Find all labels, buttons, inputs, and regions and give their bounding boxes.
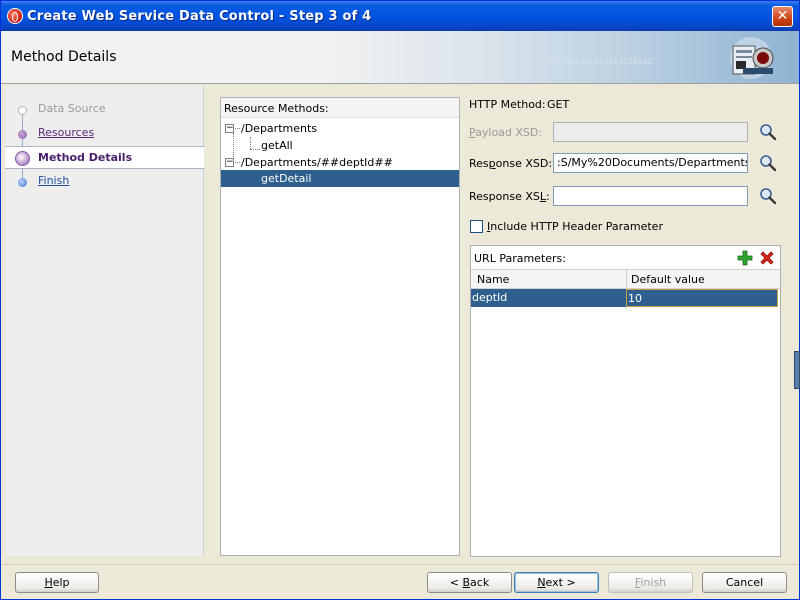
mnemonic-char: p <box>488 157 496 170</box>
table-row[interactable]: deptId 10 <box>471 289 780 307</box>
column-header-default-value[interactable]: Default value <box>631 273 705 286</box>
nav-step-method-details[interactable]: Method Details <box>5 146 204 169</box>
mnemonic-char: H <box>44 576 53 589</box>
url-parameters-panel: URL Parameters: Name Default value deptI… <box>470 245 781 557</box>
title-bar[interactable]: Create Web Service Data Control - Step 3… <box>1 1 799 31</box>
dialog-window: Create Web Service Data Control - Step 3… <box>0 0 800 600</box>
collapse-icon[interactable]: − <box>225 158 234 167</box>
include-header-label[interactable]: Include HTTP Header Parameter <box>487 220 663 233</box>
help-button[interactable]: Help <box>15 572 99 593</box>
nav-step-label: Method Details <box>38 151 133 164</box>
step-indicator-icon <box>18 178 27 187</box>
nav-step-finish[interactable]: Finish <box>5 170 204 193</box>
button-label: ext > <box>545 576 576 589</box>
nav-step-label[interactable]: Resources <box>38 126 94 139</box>
app-icon <box>7 8 23 24</box>
wizard-steps-nav: Data Source Resources Method Details Fin… <box>5 86 204 556</box>
nav-step-data-source: Data Source <box>5 98 204 121</box>
nav-step-label: Data Source <box>38 102 106 115</box>
button-label: ack <box>470 576 490 589</box>
label-part: nclude HTTP Header Parameter <box>490 220 663 233</box>
tree-connector <box>235 128 240 129</box>
button-label: inish <box>640 576 667 589</box>
tree-node-label: getDetail <box>261 172 312 185</box>
response-xsd-field[interactable]: :S/My%20Documents/Departments.xsd <box>553 153 748 173</box>
step-indicator-icon <box>18 130 27 139</box>
tree-connector <box>235 162 240 163</box>
http-method-label: HTTP Method: <box>469 98 546 111</box>
param-name-cell[interactable]: deptId <box>471 289 626 307</box>
response-xsl-label: Response XSL: <box>469 190 550 203</box>
response-xsd-label: Response XSD: <box>469 157 552 170</box>
nav-step-label[interactable]: Finish <box>38 174 69 187</box>
label-part: onse XSD: <box>495 157 553 170</box>
payload-xsd-field[interactable] <box>553 122 748 142</box>
tree-node-label: getAll <box>261 139 293 152</box>
payload-xsd-label: Payload XSD: <box>469 126 542 139</box>
resource-methods-header: Resource Methods: <box>221 98 459 118</box>
include-header-checkbox[interactable] <box>470 220 483 233</box>
current-step-indicator-icon <box>15 151 30 166</box>
resource-methods-panel: Resource Methods: − /Departments getAll … <box>220 97 460 556</box>
tree-node-departments[interactable]: − /Departments <box>221 120 459 137</box>
page-title: Method Details <box>11 49 117 65</box>
label-part: Res <box>469 157 489 170</box>
response-xsl-field[interactable] <box>553 186 748 206</box>
search-icon[interactable] <box>759 187 777 205</box>
collapse-icon[interactable]: − <box>225 124 234 133</box>
back-button[interactable]: < Back <box>427 572 512 593</box>
search-icon[interactable] <box>759 123 777 141</box>
window-title: Create Web Service Data Control - Step 3… <box>27 9 372 24</box>
side-handle[interactable] <box>794 351 800 389</box>
header-binary-decoration: 0101010101010101010101 <box>546 57 652 66</box>
tree-node-departments-deptid[interactable]: − /Departments/##deptId## <box>221 154 459 171</box>
close-icon: ✕ <box>776 8 789 24</box>
tree-node-getdetail[interactable]: getDetail <box>221 170 459 187</box>
finish-button[interactable]: Finish <box>608 572 693 593</box>
close-button[interactable]: ✕ <box>772 6 793 27</box>
label-part: ayload XSD: <box>475 126 543 139</box>
footer-divider <box>1 564 799 565</box>
http-method-value: GET <box>547 98 570 111</box>
cancel-button[interactable]: Cancel <box>702 572 787 593</box>
add-icon[interactable] <box>737 250 753 266</box>
next-button[interactable]: Next > <box>514 572 599 593</box>
search-icon[interactable] <box>759 154 777 172</box>
label-part: : <box>546 190 550 203</box>
mnemonic-char: N <box>537 576 546 589</box>
mnemonic-char: B <box>462 576 471 589</box>
tree-node-getall[interactable]: getAll <box>221 137 459 154</box>
nav-step-resources[interactable]: Resources <box>5 122 204 145</box>
web-service-logo-icon <box>730 37 774 79</box>
param-default-cell[interactable]: 10 <box>626 289 778 307</box>
tree-node-label: /Departments/##deptId## <box>241 156 393 169</box>
tree-node-label: /Departments <box>241 122 318 135</box>
page-header: Method Details 0101010101010101010101 <box>1 31 799 84</box>
button-label: < <box>449 576 463 589</box>
button-label: elp <box>52 576 70 589</box>
url-parameters-title: URL Parameters: <box>474 252 566 265</box>
delete-icon[interactable] <box>759 250 775 266</box>
step-indicator-icon <box>18 106 27 115</box>
column-header-name[interactable]: Name <box>477 273 509 286</box>
label-part: Response XS <box>469 190 540 203</box>
